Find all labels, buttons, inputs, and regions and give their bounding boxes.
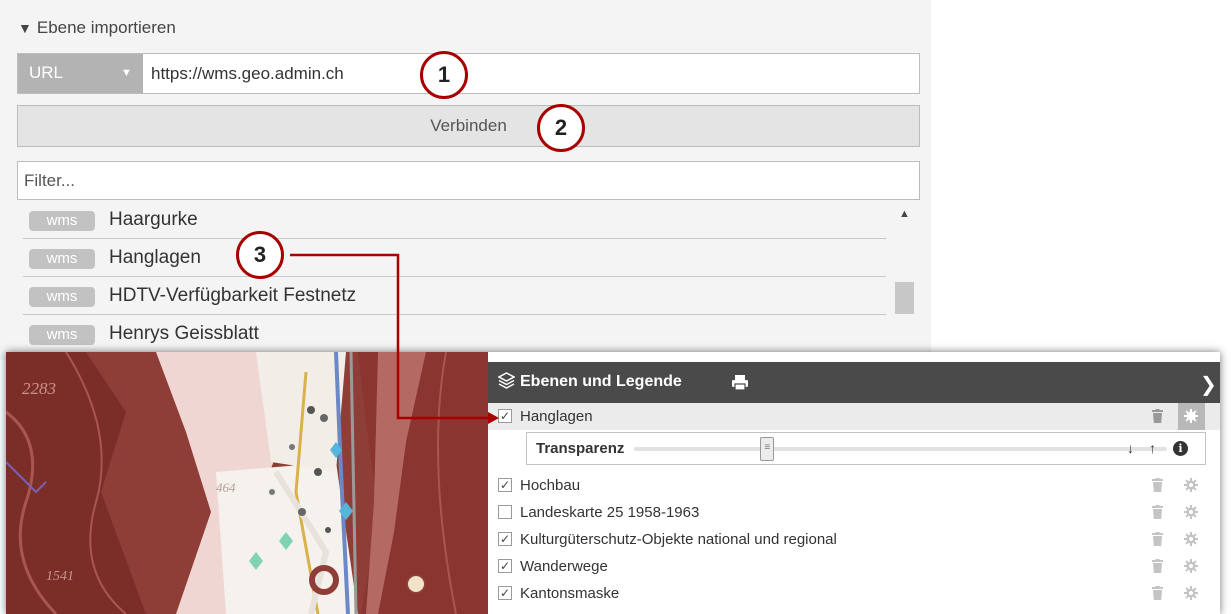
gear-icon[interactable]: [1178, 553, 1205, 580]
layer-label: Hanglagen: [520, 408, 593, 425]
caret-down-icon: ▼: [121, 67, 132, 79]
source-type-select[interactable]: URL ▼: [18, 54, 143, 93]
layer-row[interactable]: ✓ Kantonsmaske: [488, 580, 1220, 607]
trash-icon[interactable]: [1152, 505, 1163, 524]
result-item-name: Henrys Geissblatt: [109, 323, 259, 344]
legend-header: Ebenen und Legende ❯: [488, 362, 1220, 403]
layer-row[interactable]: ✓ Wanderwege: [488, 553, 1220, 580]
layer-visibility-checkbox[interactable]: [498, 505, 512, 519]
arrow-down-icon[interactable]: ↓: [1127, 440, 1134, 456]
chevron-right-icon[interactable]: ❯: [1200, 372, 1217, 397]
layer-row[interactable]: ✓ Hochbau: [488, 472, 1220, 499]
map-label-464: 464: [216, 480, 236, 495]
result-item-name: HDTV-Verfügbarkeit Festnetz: [109, 285, 357, 306]
import-layer-title: Ebene importieren: [36, 18, 176, 37]
layer-visibility-checkbox[interactable]: ✓: [498, 478, 512, 492]
import-layer-header[interactable]: ▼ Ebene importieren: [18, 18, 176, 38]
map-label-2283: 2283: [22, 379, 56, 398]
wms-badge: wms: [29, 325, 95, 345]
import-layer-panel: ▼Ebene importieren URL ▼ Verbinden wmsHa…: [0, 0, 931, 360]
transparency-slider-track[interactable]: [634, 447, 1167, 451]
map-screenshot: 2283 464 1541 Ebenen und Legende ❯ ✓ Hang…: [6, 352, 1220, 614]
layer-row[interactable]: ✓ Hanglagen: [488, 403, 1220, 430]
url-input[interactable]: [143, 54, 919, 93]
map-label-1541: 1541: [46, 569, 74, 584]
trash-icon[interactable]: [1152, 409, 1163, 428]
layer-visibility-checkbox[interactable]: ✓: [498, 559, 512, 573]
gear-icon[interactable]: [1178, 580, 1205, 607]
wms-badge: wms: [29, 249, 95, 269]
trash-icon[interactable]: [1152, 478, 1163, 497]
source-type-value: URL: [29, 63, 64, 82]
legend-title: Ebenen und Legende: [520, 373, 682, 390]
result-item-name: Haargurke: [109, 209, 198, 230]
gear-icon[interactable]: [1178, 499, 1205, 526]
filter-input[interactable]: [17, 161, 920, 200]
transparency-slider-handle[interactable]: ≡: [760, 437, 775, 461]
layer-label: Kulturgüterschutz-Objekte national und r…: [520, 531, 837, 548]
arrow-up-icon[interactable]: ↑: [1149, 440, 1156, 456]
result-list-item[interactable]: wms Haargurke: [23, 202, 886, 239]
gear-icon[interactable]: [1178, 403, 1205, 430]
trash-icon[interactable]: [1152, 559, 1163, 578]
scroll-up-arrow-icon[interactable]: ▲: [899, 208, 910, 220]
layer-visibility-checkbox[interactable]: ✓: [498, 409, 512, 423]
wms-badge: wms: [29, 211, 95, 231]
url-row: URL ▼: [17, 53, 920, 94]
result-list-item[interactable]: wms HDTV-Verfügbarkeit Festnetz: [23, 278, 886, 315]
gear-icon[interactable]: [1178, 472, 1205, 499]
triangle-down-icon: ▼: [18, 20, 32, 36]
result-item-name: Hanglagen: [109, 247, 201, 268]
layer-row[interactable]: ✓ Kulturgüterschutz-Objekte national und …: [488, 526, 1220, 553]
layer-label: Landeskarte 25 1958-1963: [520, 504, 700, 521]
callout-1: 1: [420, 51, 468, 99]
connect-button[interactable]: Verbinden: [17, 105, 920, 147]
result-list-scrollbar[interactable]: ▲: [893, 202, 917, 360]
trash-icon[interactable]: [1152, 586, 1163, 605]
layer-label: Kantonsmaske: [520, 585, 620, 602]
transparency-label: Transparenz: [536, 440, 625, 457]
layer-row[interactable]: Landeskarte 25 1958-1963: [488, 499, 1220, 526]
layer-visibility-checkbox[interactable]: ✓: [498, 532, 512, 546]
layer-label: Wanderwege: [520, 558, 608, 575]
gear-icon[interactable]: [1178, 526, 1205, 553]
trash-icon[interactable]: [1152, 532, 1163, 551]
result-list-item[interactable]: wms Hanglagen: [23, 240, 886, 277]
layer-visibility-checkbox[interactable]: ✓: [498, 586, 512, 600]
print-icon[interactable]: [731, 374, 749, 391]
wms-badge: wms: [29, 287, 95, 307]
info-icon[interactable]: i: [1173, 441, 1188, 456]
scrollbar-thumb[interactable]: [895, 282, 914, 314]
layer-label: Hochbau: [520, 477, 581, 494]
map-view[interactable]: 2283 464 1541: [6, 352, 488, 614]
result-list-item[interactable]: wms Henrys Geissblatt: [23, 316, 886, 353]
layers-legend-panel: Ebenen und Legende ❯ ✓ Hanglagen ✓ Hochbau L…: [488, 352, 1220, 614]
callout-2: 2: [537, 104, 585, 152]
layers-icon: [498, 372, 515, 389]
callout-3: 3: [236, 231, 284, 279]
layer-result-list: wms Haargurke wms Hanglagen wms HDTV-Verfügba…: [17, 202, 887, 360]
transparency-row: Transparenz ≡ ↓ ↑ i: [526, 432, 1206, 465]
